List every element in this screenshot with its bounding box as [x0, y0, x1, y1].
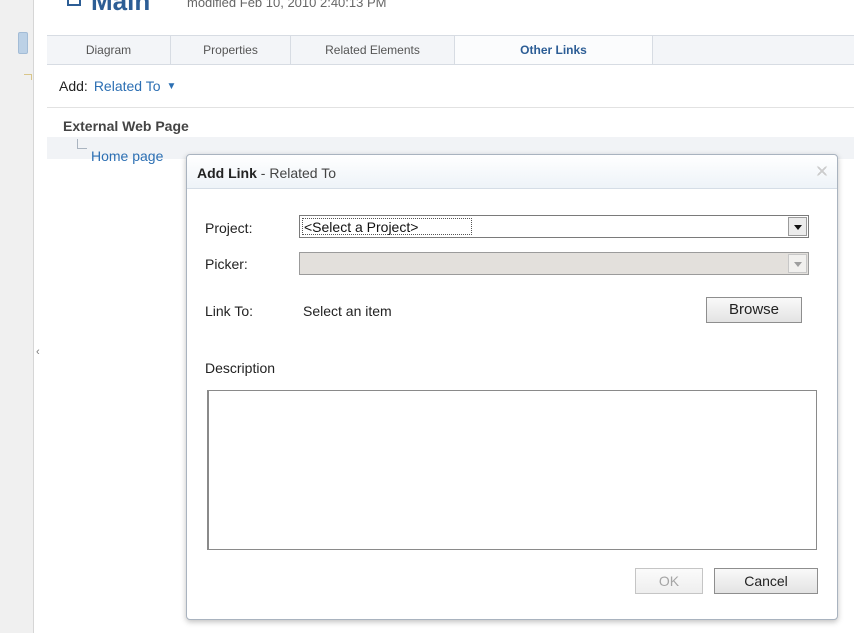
- dropdown-arrow-icon[interactable]: [788, 217, 807, 236]
- browse-button[interactable]: Browse: [706, 297, 802, 323]
- link-to-value: Select an item: [303, 303, 392, 319]
- add-label: Add:: [59, 78, 88, 94]
- page-header: Main modified Feb 10, 2010 2:40:13 PM: [47, 0, 854, 12]
- add-link-dialog: Add Link - Related To Project: <Select a…: [186, 154, 838, 620]
- tree-connector-icon: [77, 139, 87, 149]
- diagram-icon: [67, 0, 81, 6]
- link-to-label: Link To:: [205, 303, 253, 319]
- panel-handle[interactable]: [18, 32, 28, 54]
- close-icon[interactable]: [815, 164, 829, 178]
- dialog-title: Add Link - Related To: [197, 165, 336, 181]
- picker-label: Picker:: [205, 256, 248, 272]
- dialog-title-bold: Add Link: [197, 165, 257, 181]
- folder-icon: [24, 74, 32, 80]
- description-label: Description: [205, 360, 276, 376]
- dropdown-arrow-icon: [788, 254, 807, 273]
- tab-other-links[interactable]: Other Links: [455, 36, 653, 64]
- tab-properties[interactable]: Properties: [171, 36, 291, 64]
- picker-select: [299, 252, 809, 275]
- add-toolbar: Add: Related To ▼: [47, 66, 854, 108]
- modified-timestamp: modified Feb 10, 2010 2:40:13 PM: [187, 0, 387, 10]
- description-textarea[interactable]: [207, 390, 817, 550]
- dialog-header[interactable]: Add Link - Related To: [187, 155, 837, 189]
- tab-bar: Diagram Properties Related Elements Othe…: [47, 35, 854, 65]
- dialog-title-rest: - Related To: [256, 165, 337, 181]
- add-related-to-menu[interactable]: Related To: [94, 78, 161, 94]
- tab-diagram[interactable]: Diagram: [47, 36, 171, 64]
- ok-button[interactable]: OK: [635, 568, 703, 594]
- project-select-value: <Select a Project>: [304, 219, 419, 235]
- caret-down-icon[interactable]: ▼: [167, 81, 177, 92]
- section-title: External Web Page: [63, 118, 189, 134]
- cancel-button[interactable]: Cancel: [714, 568, 818, 594]
- project-select[interactable]: <Select a Project>: [299, 215, 809, 238]
- tab-related-elements[interactable]: Related Elements: [291, 36, 455, 64]
- link-item-home-page[interactable]: Home page: [91, 148, 163, 164]
- page-title: Main: [91, 0, 150, 12]
- left-gutter: [0, 0, 34, 633]
- project-label: Project:: [205, 220, 253, 236]
- chevron-left-icon[interactable]: ‹: [36, 346, 40, 358]
